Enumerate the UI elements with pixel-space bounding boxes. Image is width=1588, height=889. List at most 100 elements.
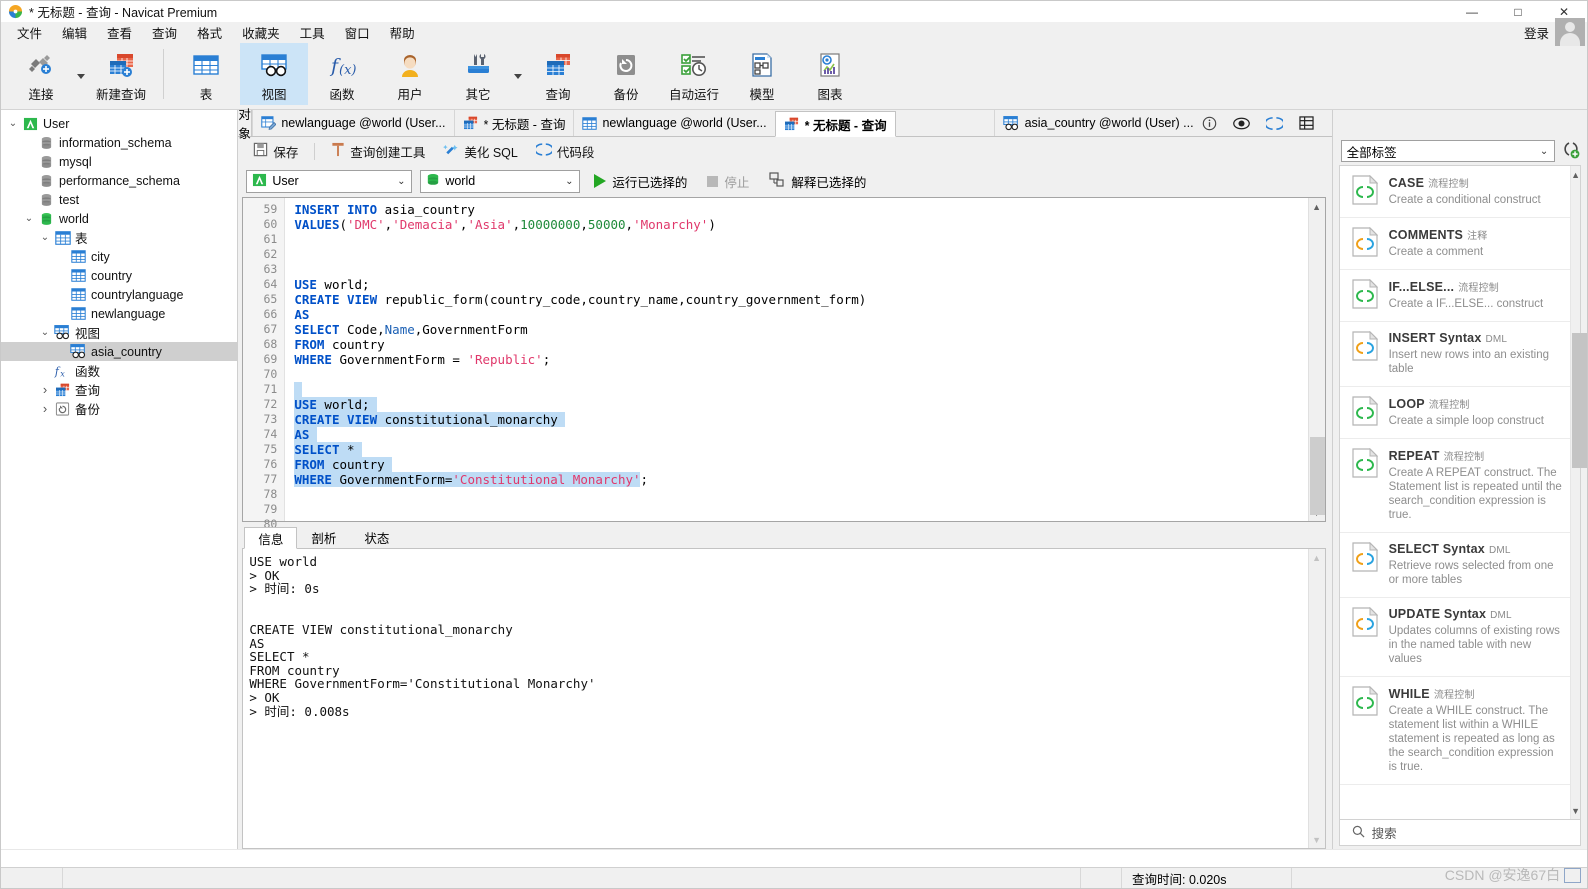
login-link[interactable]: 登录 — [1524, 23, 1549, 42]
document-tab[interactable]: * 无标题 - 查询 — [774, 111, 896, 137]
other-dropdown-arrow[interactable] — [512, 43, 524, 105]
tree-node-city[interactable]: city — [1, 247, 237, 266]
code-line[interactable]: SELECT Code,Name,GovernmentForm — [294, 322, 1307, 337]
tree-node-newlanguage[interactable]: newlanguage — [1, 304, 237, 323]
snippet-item[interactable]: INSERT Syntax DML Insert new rows into an … — [1339, 322, 1571, 387]
toolbar-user[interactable]: 用户 — [376, 43, 444, 105]
scroll-up-arrow[interactable]: ▲ — [1571, 166, 1580, 183]
grid-icon[interactable] — [1298, 116, 1314, 130]
code-line[interactable]: VALUES('DMC','Demacia','Asia',10000000,5… — [294, 217, 1307, 232]
tree-node-函数[interactable]: f x 函数 — [1, 361, 237, 380]
snippet-item[interactable]: SELECT Syntax DML Retrieve rows selected f… — [1339, 533, 1571, 598]
chevron-down-icon[interactable]: ⌄ — [5, 118, 21, 129]
sql-editor[interactable]: 59 60 61 62 63 64 65 66 67 68 69 70 71 72 73 74 75 76 77 78… — [242, 197, 1326, 531]
tab-objects[interactable]: 对象 — [238, 108, 253, 141]
database-select[interactable]: world ⌄ — [420, 169, 581, 193]
chevron-right-icon[interactable]: › — [37, 401, 53, 416]
snippets-button[interactable]: 代码段 — [529, 139, 602, 164]
menu-file[interactable]: 文件 — [7, 21, 52, 44]
code-line[interactable]: INSERT INTO asia_country — [294, 202, 1307, 217]
minimize-button[interactable]: — — [1449, 1, 1495, 22]
tag-filter-select[interactable]: 全部标签 ⌄ — [1340, 140, 1556, 162]
tree-node-查询[interactable]: › 查询 — [1, 380, 237, 399]
snippet-item[interactable]: UPDATE Syntax DML Updates columns of exist… — [1339, 598, 1571, 677]
code-line[interactable]: USE world; — [294, 277, 1307, 292]
save-button[interactable]: 保存 — [246, 139, 305, 164]
snippet-item[interactable]: CASE 流程控制 Create a conditional construct — [1339, 166, 1571, 218]
toolbar-query[interactable]: 查询 — [524, 43, 592, 105]
document-tab[interactable]: newlanguage @world (User... — [573, 110, 775, 136]
chevron-down-icon[interactable]: ⌄ — [37, 232, 53, 243]
code-line[interactable]: SELECT * — [294, 442, 1307, 457]
tree-node-countrylanguage[interactable]: countrylanguage — [1, 285, 237, 304]
connection-dropdown-arrow[interactable] — [75, 43, 87, 105]
tree-node-视图[interactable]: ⌄ 视图 — [1, 323, 237, 342]
sql-code-area[interactable]: INSERT INTO asia_country VALUES('DMC','De… — [285, 198, 1307, 521]
tree-node-information_schema[interactable]: information_schema — [1, 133, 237, 152]
snippets-scrollbar[interactable]: ▲ ▼ — [1570, 166, 1588, 819]
stop-button[interactable]: 停止 — [701, 169, 755, 194]
snippets-scroll-thumb[interactable] — [1572, 333, 1588, 468]
parentheses-icon[interactable] — [1265, 116, 1283, 131]
query-builder-button[interactable]: 查询创建工具 — [324, 139, 432, 164]
chevron-right-icon[interactable]: › — [37, 382, 53, 397]
code-line[interactable] — [294, 382, 1307, 397]
snippet-item[interactable]: COMMENTS 注释 Create a comment — [1339, 218, 1571, 270]
code-line[interactable]: FROM country — [294, 457, 1307, 472]
menu-help[interactable]: 帮助 — [380, 21, 425, 44]
code-line[interactable]: AS — [294, 427, 1307, 442]
tree-node-performance_schema[interactable]: performance_schema — [1, 171, 237, 190]
toolbar-function[interactable]: f (x) 函数 — [308, 43, 376, 105]
menu-view[interactable]: 查看 — [97, 21, 142, 44]
result-vertical-scrollbar[interactable]: ▲ ▼ — [1307, 549, 1325, 848]
run-selected-button[interactable]: 运行已选择的 — [588, 169, 693, 194]
toolbar-other[interactable]: 其它 — [444, 43, 512, 105]
snippet-item[interactable]: LOOP 流程控制 Create a simple loop construct — [1339, 387, 1571, 439]
eye-icon[interactable] — [1232, 117, 1250, 130]
code-line[interactable] — [294, 487, 1307, 502]
toolbar-connection[interactable]: 连接 — [7, 43, 75, 105]
editor-scroll-thumb[interactable] — [1309, 437, 1325, 515]
tree-node-test[interactable]: test — [1, 190, 237, 209]
code-line[interactable]: WHERE GovernmentForm='Constitutional Mon… — [294, 472, 1307, 487]
toolbar-table[interactable]: 表 — [172, 43, 240, 105]
result-tab[interactable]: 状态 — [350, 526, 404, 548]
menu-favorites[interactable]: 收藏夹 — [232, 21, 290, 44]
toolbar-model[interactable]: 模型 — [728, 43, 796, 105]
chevron-down-icon[interactable]: ⌄ — [21, 213, 37, 224]
tree-node-asia_country[interactable]: asia_country — [1, 342, 238, 361]
code-line[interactable] — [294, 367, 1307, 382]
connection-select[interactable]: User ⌄ — [246, 169, 413, 193]
tree-node-User[interactable]: ⌄ User — [1, 114, 237, 133]
code-line[interactable] — [294, 232, 1307, 247]
tree-node-备份[interactable]: › 备份 — [1, 399, 237, 418]
explain-selected-button[interactable]: 解释已选择的 — [763, 169, 872, 194]
toolbar-automation[interactable]: 自动运行 — [660, 43, 728, 105]
toolbar-view[interactable]: 视图 — [240, 43, 308, 105]
document-tab[interactable]: asia_country @world (User) ... — [993, 110, 1202, 136]
snippets-list[interactable]: CASE 流程控制 Create a conditional construct CO… — [1339, 166, 1571, 819]
result-scroll-track[interactable] — [1309, 566, 1325, 831]
code-line[interactable] — [294, 517, 1307, 521]
scroll-down-arrow[interactable]: ▼ — [1571, 802, 1580, 819]
code-line[interactable]: FROM country — [294, 337, 1307, 352]
code-line[interactable] — [294, 502, 1307, 517]
beautify-sql-button[interactable]: 美化 SQL — [436, 139, 525, 164]
snippet-item[interactable]: REPEAT 流程控制 Create A REPEAT construct. The… — [1339, 439, 1571, 533]
menu-query[interactable]: 查询 — [142, 21, 187, 44]
toolbar-new-query[interactable]: 新建查询 — [87, 43, 155, 105]
menu-format[interactable]: 格式 — [187, 21, 232, 44]
code-line[interactable]: WHERE GovernmentForm = 'Republic'; — [294, 352, 1307, 367]
tree-node-country[interactable]: country — [1, 266, 237, 285]
editor-scroll-track[interactable] — [1309, 215, 1325, 515]
avatar[interactable] — [1555, 18, 1585, 46]
document-tab[interactable]: newlanguage @world (User... — [252, 110, 454, 136]
scroll-up-arrow[interactable]: ▲ — [1309, 198, 1325, 215]
tree-node-mysql[interactable]: mysql — [1, 152, 237, 171]
snippet-item[interactable]: IF...ELSE... 流程控制 Create a IF...ELSE... co… — [1339, 270, 1571, 322]
code-line[interactable] — [294, 262, 1307, 277]
document-tab[interactable]: * 无标题 - 查询 — [453, 110, 574, 136]
code-line[interactable]: CREATE VIEW republic_form(country_code,c… — [294, 292, 1307, 307]
result-tab[interactable]: 剖析 — [297, 526, 351, 548]
code-line[interactable]: USE world; — [294, 397, 1307, 412]
